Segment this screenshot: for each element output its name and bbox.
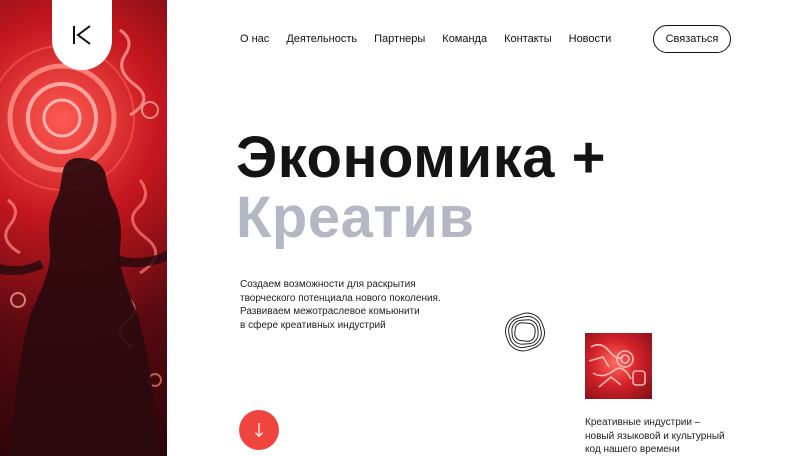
arrow-down-icon [255, 423, 263, 438]
intro-line: в сфере креативных индустрий [240, 319, 386, 331]
headline-line2: Креатив [236, 185, 475, 250]
feature-caption: Креативные индустрии – новый языковой и … [585, 416, 725, 456]
feature-thumbnail[interactable] [585, 333, 652, 399]
caption-line: код нашего времени [585, 444, 680, 455]
nav-item-about[interactable]: О нас [240, 32, 269, 46]
headline-line1: Экономика + [236, 125, 606, 190]
logo[interactable] [52, 0, 112, 70]
squircle-rings-icon [504, 312, 546, 352]
intro-text: Создаем возможности для раскрытия творче… [240, 278, 460, 332]
intro-line: творческого потенциала нового поколения. [240, 292, 441, 304]
contact-button[interactable]: Связаться [653, 25, 731, 53]
k-logo-icon [73, 25, 91, 45]
intro-line: Создаем возможности для раскрытия [240, 279, 416, 290]
nav-item-news[interactable]: Новости [569, 32, 612, 46]
main-nav: О нас Деятельность Партнеры Команда Конт… [240, 32, 628, 46]
nav-item-contacts[interactable]: Контакты [504, 32, 552, 46]
scroll-down-button[interactable] [239, 410, 279, 450]
intro-line: Развиваем межотраслевое комьюнити [240, 306, 420, 317]
caption-line: Креативные индустрии – [585, 417, 701, 428]
nav-item-partners[interactable]: Партнеры [374, 32, 425, 46]
caption-line: новый языковой и культурный [585, 430, 725, 442]
nav-item-activity[interactable]: Деятельность [286, 32, 357, 46]
nav-item-team[interactable]: Команда [442, 32, 487, 46]
